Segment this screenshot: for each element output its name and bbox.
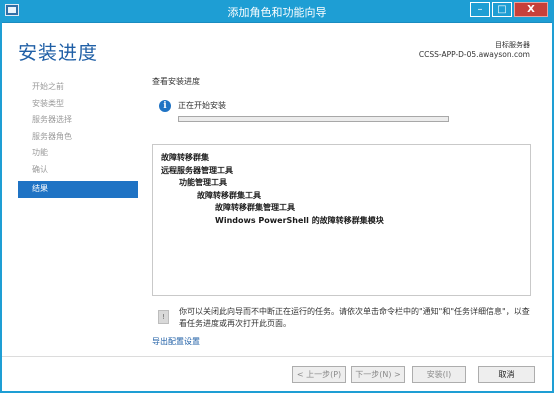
page-title: 安装进度 — [18, 42, 99, 64]
sidebar-item[interactable]: 结果 — [18, 181, 138, 198]
info-icon: i — [159, 100, 171, 112]
wizard-steps-nav: 开始之前 安装类型 服务器选择 服务器角色 功能 确认结果 — [18, 79, 138, 198]
maximize-button[interactable]: □ — [492, 2, 512, 17]
feature-item: 故障转移群集工具 — [197, 190, 261, 200]
sidebar-item[interactable]: 服务器选择 — [18, 112, 138, 129]
close-button[interactable]: X — [514, 2, 548, 17]
sidebar-item[interactable]: 服务器角色 — [18, 129, 138, 146]
sidebar-item[interactable]: 功能 — [18, 145, 138, 162]
next-button[interactable]: 下一步(N) > — [351, 366, 405, 383]
section-heading: 查看安装进度 — [152, 77, 200, 86]
close-wizard-note: 你可以关闭此向导而不中断正在运行的任务。请依次单击命令栏中的"通知"和"任务详细… — [179, 307, 530, 328]
feature-item: 功能管理工具 — [179, 178, 227, 187]
features-list: 故障转移群集远程服务器管理工具功能管理工具故障转移群集工具故障转移群集管理工具 W… — [152, 144, 531, 296]
install-progress-bar — [178, 116, 449, 122]
footer-divider — [2, 356, 552, 357]
previous-button[interactable]: < 上一步(P) — [292, 366, 346, 383]
feature-item: 故障转移群集管理工具 — [215, 203, 295, 212]
destination-server: CCSS-APP-D-05.awayson.com — [418, 50, 530, 59]
minimize-button[interactable]: – — [470, 2, 490, 17]
sidebar-item[interactable]: 开始之前 — [18, 79, 138, 96]
sidebar-item[interactable]: 安装类型 — [18, 96, 138, 113]
export-settings-link[interactable]: 导出配置设置 — [152, 336, 200, 347]
install-button[interactable]: 安装(I) — [412, 366, 466, 383]
window-controls: – □ X — [470, 2, 548, 17]
feature-item: 远程服务器管理工具 — [161, 165, 233, 175]
flag-icon: ! — [158, 310, 169, 324]
feature-item: Windows PowerShell 的故障转移群集模块 — [215, 215, 384, 225]
sidebar-item[interactable]: 确认 — [18, 162, 138, 179]
cancel-button[interactable]: 取消 — [478, 366, 535, 383]
feature-item: 故障转移群集 — [161, 153, 209, 162]
title-bar: 添加角色和功能向导 – □ X — [0, 0, 554, 23]
destination-label: 目标服务器 — [495, 41, 530, 49]
install-status: 正在开始安装 — [178, 101, 226, 110]
